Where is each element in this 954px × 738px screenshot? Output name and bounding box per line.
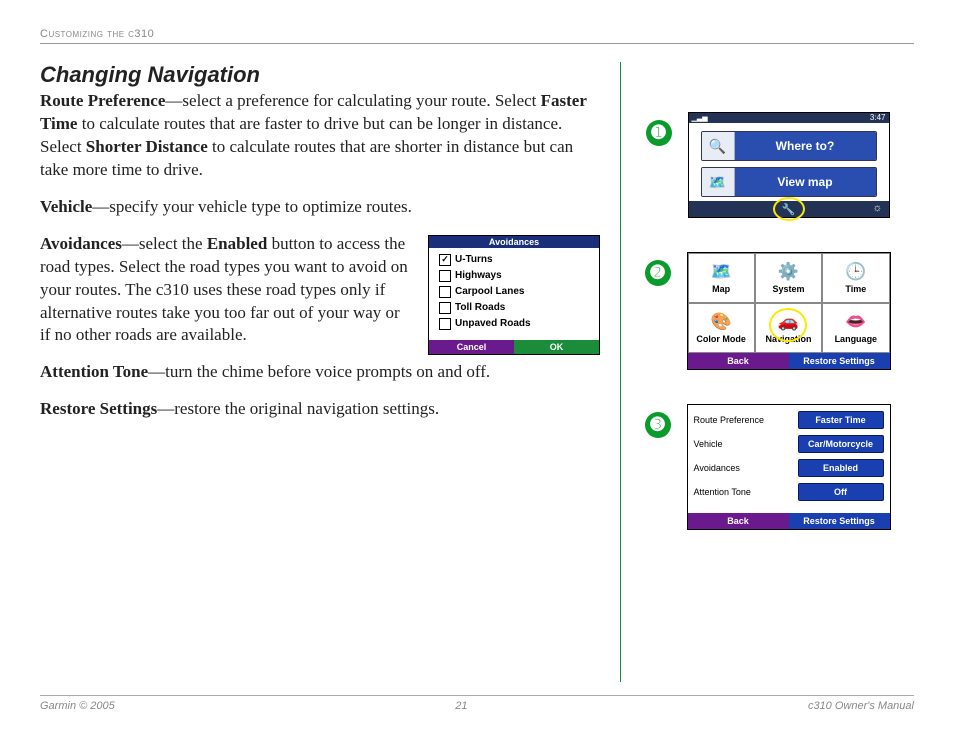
- term-vehicle: Vehicle: [40, 197, 92, 216]
- palette-icon: 🎨: [711, 312, 732, 332]
- term-avoidances: Avoidances: [40, 234, 122, 253]
- para-vehicle: Vehicle—specify your vehicle type to opt…: [40, 196, 600, 219]
- checkbox-icon: [439, 270, 451, 282]
- signal-icon: ▁▃▅: [692, 114, 708, 122]
- footer-copyright: Garmin © 2005: [40, 700, 115, 712]
- value-button: Enabled: [798, 459, 884, 477]
- clock-icon: 🕒: [845, 262, 866, 282]
- step-1: ➊ ▁▃▅ 3:47 🔍 Where to? 🗺️ View map: [646, 112, 890, 218]
- back-button: Back: [688, 513, 789, 529]
- para-avoidances: Avoidances—select the Enabled button to …: [40, 233, 414, 348]
- lips-icon: 👄: [845, 312, 866, 332]
- home-screen-screenshot: ▁▃▅ 3:47 🔍 Where to? 🗺️ View map: [688, 112, 890, 218]
- value-button: Faster Time: [798, 411, 884, 429]
- checkbox-icon: [439, 318, 451, 330]
- step-number-2: ➋: [645, 260, 671, 286]
- avoid-item: Toll Roads: [439, 302, 589, 314]
- main-text-column: Changing Navigation Route Preference—sel…: [40, 62, 620, 682]
- term-attention-tone: Attention Tone: [40, 362, 148, 381]
- running-header: Customizing the c310: [40, 28, 914, 44]
- where-to-button: 🔍 Where to?: [701, 131, 877, 161]
- section-heading: Changing Navigation: [40, 62, 600, 88]
- grid-system: ⚙️System: [755, 253, 822, 303]
- cancel-button: Cancel: [429, 340, 514, 354]
- setting-row: AvoidancesEnabled: [694, 459, 884, 477]
- avoid-item: Unpaved Roads: [439, 318, 589, 330]
- ok-button: OK: [514, 340, 599, 354]
- step-number-1: ➊: [646, 120, 672, 146]
- para-restore-settings: Restore Settings—restore the original na…: [40, 398, 600, 421]
- restore-settings-button: Restore Settings: [789, 513, 890, 529]
- step-3: ➌ Route PreferenceFaster Time VehicleCar…: [645, 404, 891, 530]
- back-button: Back: [688, 353, 789, 369]
- grid-color-mode: 🎨Color Mode: [688, 303, 755, 353]
- step-2: ➋ 🗺️Map ⚙️System 🕒Time 🎨Color Mode 🚗Navi…: [645, 252, 891, 370]
- footer-manual-title: c310 Owner's Manual: [808, 700, 914, 712]
- term-route-preference: Route Preference: [40, 91, 165, 110]
- settings-highlight-circle: 🔧: [773, 197, 805, 221]
- map-icon: 🗺️: [702, 168, 735, 196]
- settings-menu-screenshot: 🗺️Map ⚙️System 🕒Time 🎨Color Mode 🚗Naviga…: [687, 252, 891, 370]
- avoid-title: Avoidances: [429, 236, 599, 248]
- gear-icon: ⚙️: [778, 262, 799, 282]
- avoidances-screenshot: Avoidances ✓U-Turns Highways Carpool Lan…: [428, 235, 600, 355]
- checkbox-icon: [439, 302, 451, 314]
- term-restore-settings: Restore Settings: [40, 399, 157, 418]
- checkbox-checked-icon: ✓: [439, 254, 451, 266]
- avoid-item: ✓U-Turns: [439, 254, 589, 266]
- wrench-icon: 🔧: [782, 203, 796, 216]
- steps-sidebar: ➊ ▁▃▅ 3:47 🔍 Where to? 🗺️ View map: [621, 62, 914, 682]
- value-button: Car/Motorcycle: [798, 435, 884, 453]
- setting-row: Route PreferenceFaster Time: [694, 411, 884, 429]
- page-footer: Garmin © 2005 21 c310 Owner's Manual: [40, 695, 914, 712]
- brightness-icon: ☼: [872, 202, 882, 214]
- checkbox-icon: [439, 286, 451, 298]
- grid-time: 🕒Time: [822, 253, 889, 303]
- magnifier-icon: 🔍: [702, 132, 735, 160]
- setting-row: Attention ToneOff: [694, 483, 884, 501]
- value-button: Off: [798, 483, 884, 501]
- setting-row: VehicleCar/Motorcycle: [694, 435, 884, 453]
- view-map-button: 🗺️ View map: [701, 167, 877, 197]
- restore-settings-button: Restore Settings: [789, 353, 890, 369]
- clock-label: 3:47: [870, 113, 886, 122]
- navigation-settings-screenshot: Route PreferenceFaster Time VehicleCar/M…: [687, 404, 891, 530]
- para-route-preference: Route Preference—select a preference for…: [40, 90, 600, 182]
- footer-page-number: 21: [455, 700, 467, 712]
- map-icon: 🗺️: [711, 262, 732, 282]
- grid-navigation: 🚗Navigation: [755, 303, 822, 353]
- para-attention-tone: Attention Tone—turn the chime before voi…: [40, 361, 600, 384]
- grid-map: 🗺️Map: [688, 253, 755, 303]
- step-number-3: ➌: [645, 412, 671, 438]
- grid-language: 👄Language: [822, 303, 889, 353]
- avoid-item: Carpool Lanes: [439, 286, 589, 298]
- avoid-item: Highways: [439, 270, 589, 282]
